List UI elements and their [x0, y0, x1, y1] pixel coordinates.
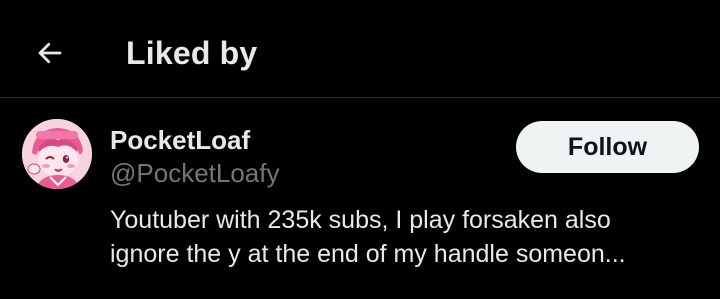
back-button[interactable]: [28, 31, 72, 75]
page-title: Liked by: [126, 35, 258, 71]
bio-line: ignore the y at the end of my handle som…: [110, 240, 626, 268]
user-list-item[interactable]: PocketLoaf @PocketLoafy Youtuber with 23…: [0, 99, 720, 299]
bio-line: Youtuber with 235k subs, I play forsaken…: [110, 206, 611, 234]
follow-button[interactable]: Follow: [516, 121, 699, 173]
display-name[interactable]: PocketLoaf: [110, 124, 250, 156]
user-handle[interactable]: @PocketLoafy: [110, 157, 279, 189]
user-bio: Youtuber with 235k subs, I play forsaken…: [110, 203, 700, 271]
top-bar: Liked by: [0, 0, 720, 98]
pink-character-avatar: [22, 119, 92, 189]
avatar[interactable]: [22, 119, 92, 189]
arrow-left-icon: [38, 42, 62, 64]
